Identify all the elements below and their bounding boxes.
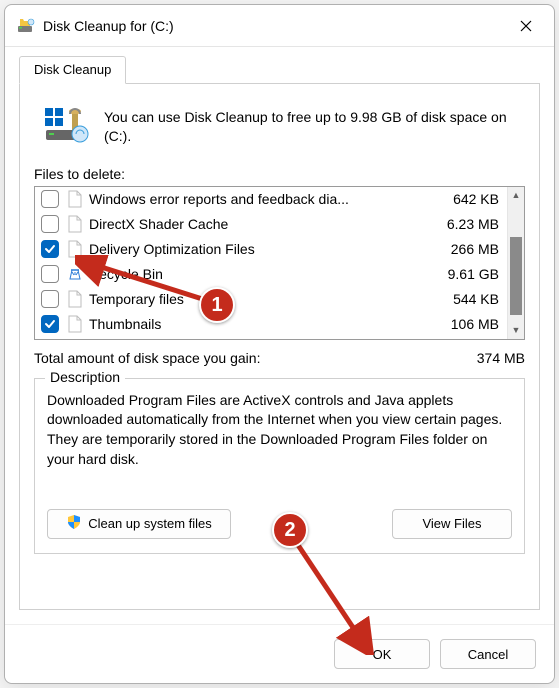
list-item-size: 9.61 GB: [429, 266, 499, 282]
file-icon: [67, 189, 83, 209]
intro-row: You can use Disk Cleanup to free up to 9…: [42, 104, 525, 146]
scroll-thumb[interactable]: [510, 237, 522, 315]
file-icon: [67, 239, 83, 259]
total-row: Total amount of disk space you gain: 374…: [34, 350, 525, 366]
files-to-delete-label: Files to delete:: [34, 166, 525, 182]
drive-cleanup-icon: [17, 17, 35, 35]
list-item-size: 106 MB: [429, 316, 499, 332]
uac-shield-icon: [66, 514, 82, 533]
list-item[interactable]: Windows error reports and feedback dia..…: [35, 187, 507, 212]
annotation-badge-2: 2: [272, 512, 308, 548]
list-item-name: DirectX Shader Cache: [89, 216, 421, 232]
file-icon: [67, 314, 83, 334]
window-title: Disk Cleanup for (C:): [43, 18, 506, 34]
disk-cleanup-window: Disk Cleanup for (C:) Disk Cleanup: [4, 4, 555, 684]
scroll-up-button[interactable]: ▲: [508, 187, 524, 204]
total-value: 374 MB: [477, 350, 525, 366]
vertical-scrollbar[interactable]: ▲ ▼: [507, 187, 524, 339]
checkbox[interactable]: [41, 315, 59, 333]
cancel-button[interactable]: Cancel: [440, 639, 536, 669]
tab-strip: Disk Cleanup: [19, 55, 540, 83]
clean-system-files-label: Clean up system files: [88, 516, 212, 531]
list-item[interactable]: Temporary files 544 KB: [35, 287, 507, 312]
list-item-size: 642 KB: [429, 191, 499, 207]
list-item[interactable]: Recycle Bin 9.61 GB: [35, 262, 507, 287]
total-label: Total amount of disk space you gain:: [34, 350, 477, 366]
list-item-name: Recycle Bin: [89, 266, 421, 282]
list-item[interactable]: Delivery Optimization Files 266 MB: [35, 237, 507, 262]
list-item-size: 6.23 MB: [429, 216, 499, 232]
view-files-label: View Files: [422, 516, 481, 531]
checkbox[interactable]: [41, 265, 59, 283]
dialog-footer: OK Cancel: [5, 624, 554, 683]
recycle-bin-icon: [67, 264, 83, 284]
view-files-button[interactable]: View Files: [392, 509, 512, 539]
scroll-down-button[interactable]: ▼: [508, 322, 524, 339]
cleanup-drive-icon: [42, 104, 90, 144]
list-item-size: 266 MB: [429, 241, 499, 257]
clean-system-files-button[interactable]: Clean up system files: [47, 509, 231, 539]
files-listbox: Windows error reports and feedback dia..…: [34, 186, 525, 340]
checkbox[interactable]: [41, 240, 59, 258]
intro-text: You can use Disk Cleanup to free up to 9…: [104, 104, 525, 146]
list-item-name: Temporary files: [89, 291, 421, 307]
description-legend: Description: [45, 369, 125, 385]
file-icon: [67, 214, 83, 234]
list-item-name: Thumbnails: [89, 316, 421, 332]
list-item-name: Delivery Optimization Files: [89, 241, 421, 257]
cancel-label: Cancel: [468, 647, 508, 662]
checkbox[interactable]: [41, 290, 59, 308]
file-icon: [67, 289, 83, 309]
checkbox[interactable]: [41, 215, 59, 233]
titlebar: Disk Cleanup for (C:): [5, 5, 554, 47]
annotation-badge-1: 1: [199, 287, 235, 323]
description-text: Downloaded Program Files are ActiveX con…: [47, 391, 512, 491]
list-item-name: Windows error reports and feedback dia..…: [89, 191, 421, 207]
tab-disk-cleanup[interactable]: Disk Cleanup: [19, 56, 126, 84]
list-item-size: 544 KB: [429, 291, 499, 307]
checkbox[interactable]: [41, 190, 59, 208]
list-item[interactable]: Thumbnails 106 MB: [35, 312, 507, 337]
ok-button[interactable]: OK: [334, 639, 430, 669]
list-item[interactable]: DirectX Shader Cache 6.23 MB: [35, 212, 507, 237]
ok-label: OK: [373, 647, 392, 662]
list-scroll-area: Windows error reports and feedback dia..…: [35, 187, 507, 339]
close-button[interactable]: [506, 11, 546, 41]
